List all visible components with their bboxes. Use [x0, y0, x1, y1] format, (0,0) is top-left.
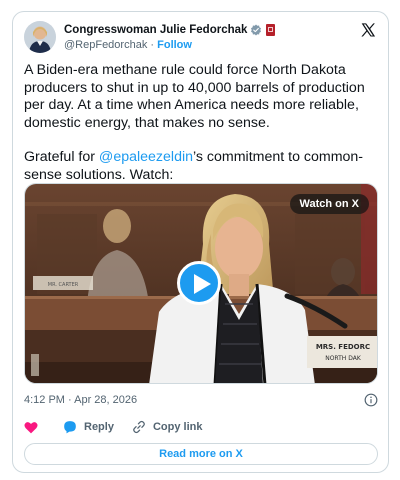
speech-bubble-icon — [64, 421, 76, 434]
link-icon — [133, 420, 145, 434]
timestamp[interactable]: 4:12 PM · Apr 28, 2026 — [24, 394, 137, 406]
action-bar: Reply Copy link — [24, 418, 378, 436]
copy-link-label: Copy link — [152, 421, 203, 433]
handle-separator: · — [150, 39, 155, 51]
avatar-image — [24, 21, 56, 53]
author-name-row: Congresswoman Julie Fedorchak — [64, 21, 348, 38]
handle-row: @RepFedorchak · Follow — [64, 38, 348, 53]
state-flag-icon — [266, 23, 276, 36]
play-icon — [194, 274, 211, 294]
reply-button[interactable]: Reply — [63, 420, 114, 434]
author-name[interactable]: Congresswoman Julie Fedorchak — [64, 24, 247, 36]
reply-label: Reply — [84, 421, 114, 433]
author-handle[interactable]: @RepFedorchak — [64, 39, 147, 51]
tweet-paragraph-2: Grateful for @epaleezeldin’s commitment … — [24, 149, 376, 184]
mention-link[interactable]: @epaleezeldin — [99, 149, 193, 165]
follow-button[interactable]: Follow — [157, 39, 192, 51]
like-button[interactable] — [24, 421, 45, 434]
copy-link-button[interactable]: Copy link — [132, 420, 203, 434]
info-icon[interactable] — [364, 393, 378, 407]
nameplate-line-1: MRS. FEDORC — [316, 343, 370, 351]
tweet-header: Congresswoman Julie Fedorchak @RepFedorc… — [24, 21, 378, 57]
tweet-p2-lead: Grateful for — [24, 149, 99, 165]
x-logo-icon[interactable] — [360, 22, 376, 38]
heart-icon — [24, 421, 38, 433]
author-block: Congresswoman Julie Fedorchak @RepFedorc… — [64, 21, 348, 53]
read-more-button[interactable]: Read more on X — [24, 443, 378, 465]
avatar[interactable] — [24, 21, 56, 53]
tweet-text: A Biden-era methane rule could force Nor… — [24, 62, 376, 184]
timestamp-row: 4:12 PM · Apr 28, 2026 — [24, 392, 378, 408]
nameplate-line-2: NORTH DAK — [325, 355, 362, 362]
play-button[interactable] — [177, 261, 221, 305]
tweet-paragraph-1: A Biden-era methane rule could force Nor… — [24, 62, 365, 131]
watch-on-x-button[interactable]: Watch on X — [289, 194, 369, 214]
verified-badge-icon — [251, 24, 262, 35]
background-nameplate: MR. CARTER — [48, 282, 79, 288]
tweet-card: Congresswoman Julie Fedorchak @RepFedorc… — [12, 11, 389, 473]
video-media[interactable]: MR. CARTER MRS. FEDORC NORTH DAK Watch o… — [24, 183, 378, 384]
